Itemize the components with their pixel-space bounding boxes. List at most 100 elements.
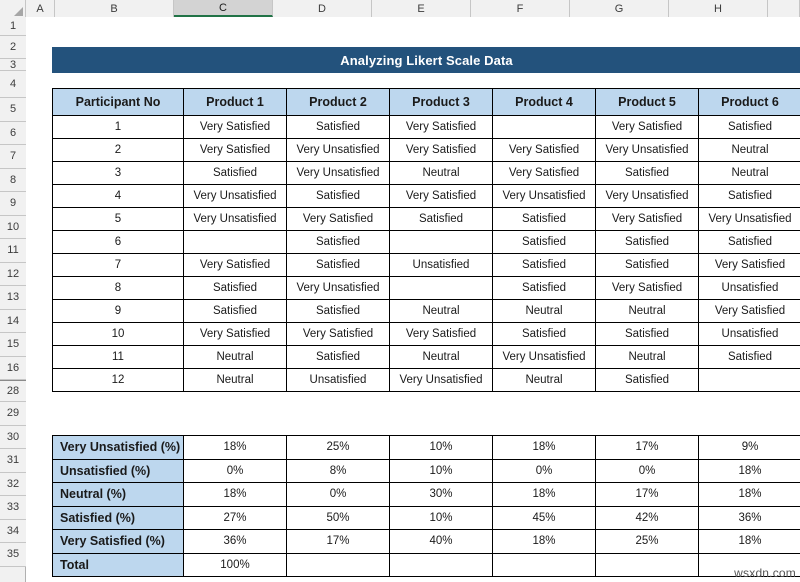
cell-participant[interactable]: 7 <box>52 253 184 277</box>
cell-response[interactable] <box>492 115 596 139</box>
cell-response[interactable]: Neutral <box>389 161 493 185</box>
cell-response[interactable]: Very Satisfied <box>595 207 699 231</box>
summary-label-very-satisfied[interactable]: Very Satisfied (%) <box>52 529 184 554</box>
summary-cell[interactable]: 9% <box>698 435 800 460</box>
row-header-10[interactable]: 10 <box>0 215 26 239</box>
cell-participant[interactable]: 1 <box>52 115 184 139</box>
summary-cell[interactable]: 36% <box>183 529 287 554</box>
cell-response[interactable]: Satisfied <box>286 230 390 254</box>
summary-label-unsatisfied[interactable]: Unsatisfied (%) <box>52 458 184 483</box>
summary-cell[interactable]: 36% <box>698 505 800 530</box>
summary-cell[interactable]: 25% <box>595 529 699 554</box>
cell-response[interactable]: Neutral <box>389 299 493 323</box>
row-header-8[interactable]: 8 <box>0 168 26 192</box>
row-header-14[interactable]: 14 <box>0 309 26 333</box>
summary-cell[interactable]: 30% <box>389 482 493 507</box>
cell-response[interactable]: Neutral <box>492 299 596 323</box>
cell-participant[interactable]: 4 <box>52 184 184 208</box>
row-header-11[interactable]: 11 <box>0 239 26 263</box>
summary-cell[interactable]: 40% <box>389 529 493 554</box>
row-header-30[interactable]: 30 <box>0 425 26 449</box>
cell-response[interactable]: Very Satisfied <box>389 115 493 139</box>
cell-response[interactable]: Very Satisfied <box>183 253 287 277</box>
summary-cell[interactable]: 0% <box>595 458 699 483</box>
column-header-g[interactable]: G <box>570 0 669 17</box>
cell-response[interactable]: Neutral <box>698 138 800 162</box>
cell-response[interactable]: Unsatisfied <box>389 253 493 277</box>
cell-response[interactable]: Very Unsatisfied <box>595 138 699 162</box>
cell-response[interactable]: Very Satisfied <box>595 115 699 139</box>
cell-response[interactable]: Satisfied <box>286 253 390 277</box>
column-header-i[interactable] <box>768 0 800 17</box>
summary-cell[interactable]: 17% <box>595 482 699 507</box>
summary-cell[interactable]: 18% <box>492 435 596 460</box>
summary-cell-total[interactable]: 100% <box>183 552 287 577</box>
row-header-34[interactable]: 34 <box>0 519 26 543</box>
summary-cell[interactable]: 18% <box>183 435 287 460</box>
cell-response[interactable]: Very Satisfied <box>183 115 287 139</box>
row-header-9[interactable]: 9 <box>0 192 26 216</box>
cell-response[interactable]: Neutral <box>595 345 699 369</box>
cell-response[interactable]: Satisfied <box>286 184 390 208</box>
cell-response[interactable]: Satisfied <box>183 161 287 185</box>
summary-cell[interactable] <box>389 552 493 577</box>
cell-response[interactable]: Very Satisfied <box>698 299 800 323</box>
cell-response[interactable]: Very Satisfied <box>286 322 390 346</box>
cell-response[interactable]: Very Unsatisfied <box>286 138 390 162</box>
cell-response[interactable]: Neutral <box>183 368 287 392</box>
summary-cell[interactable]: 25% <box>286 435 390 460</box>
cell-response[interactable]: Satisfied <box>595 322 699 346</box>
cell-response[interactable]: Very Unsatisfied <box>389 368 493 392</box>
summary-cell[interactable] <box>595 552 699 577</box>
cell-response[interactable]: Very Satisfied <box>698 253 800 277</box>
cell-response[interactable]: Unsatisfied <box>698 276 800 300</box>
row-header-16[interactable]: 16 <box>0 356 26 380</box>
cell-participant[interactable]: 10 <box>52 322 184 346</box>
cell-response[interactable] <box>183 230 287 254</box>
cell-response[interactable]: Neutral <box>595 299 699 323</box>
summary-cell[interactable]: 17% <box>286 529 390 554</box>
cell-response[interactable]: Very Satisfied <box>183 138 287 162</box>
cell-response[interactable]: Satisfied <box>183 276 287 300</box>
cell-response[interactable]: Very Satisfied <box>389 184 493 208</box>
cell-participant[interactable]: 12 <box>52 368 184 392</box>
summary-cell[interactable]: 18% <box>492 482 596 507</box>
cell-response[interactable]: Satisfied <box>492 322 596 346</box>
cell-response[interactable]: Very Satisfied <box>492 161 596 185</box>
cell-response[interactable]: Neutral <box>183 345 287 369</box>
cell-response[interactable]: Very Satisfied <box>389 322 493 346</box>
cell-response[interactable]: Very Satisfied <box>286 207 390 231</box>
row-header-35[interactable]: 35 <box>0 543 26 567</box>
cell-response[interactable]: Unsatisfied <box>286 368 390 392</box>
cell-response[interactable] <box>389 276 493 300</box>
cell-response[interactable]: Very Satisfied <box>389 138 493 162</box>
column-header-h[interactable]: H <box>669 0 768 17</box>
cell-response[interactable]: Satisfied <box>389 207 493 231</box>
summary-cell[interactable]: 18% <box>698 482 800 507</box>
cell-participant[interactable]: 5 <box>52 207 184 231</box>
select-all-corner[interactable] <box>0 0 26 17</box>
cell-response[interactable]: Satisfied <box>286 299 390 323</box>
cell-response[interactable] <box>698 368 800 392</box>
summary-cell[interactable]: 10% <box>389 458 493 483</box>
cell-response[interactable]: Very Unsatisfied <box>595 184 699 208</box>
cell-response[interactable]: Satisfied <box>492 230 596 254</box>
row-header-29[interactable]: 29 <box>0 402 26 426</box>
summary-label-total[interactable]: Total <box>52 552 184 577</box>
summary-cell[interactable]: 42% <box>595 505 699 530</box>
cell-participant[interactable]: 9 <box>52 299 184 323</box>
cell-response[interactable]: Very Unsatisfied <box>183 207 287 231</box>
summary-cell[interactable]: 10% <box>389 505 493 530</box>
cell-participant[interactable]: 3 <box>52 161 184 185</box>
cell-response[interactable]: Satisfied <box>492 207 596 231</box>
row-header-12[interactable]: 12 <box>0 262 26 286</box>
cell-response[interactable]: Very Satisfied <box>492 138 596 162</box>
row-header-5[interactable]: 5 <box>0 98 26 122</box>
cell-response[interactable]: Satisfied <box>492 276 596 300</box>
cell-response[interactable]: Very Unsatisfied <box>492 184 596 208</box>
cell-response[interactable]: Satisfied <box>698 230 800 254</box>
summary-cell[interactable]: 18% <box>492 529 596 554</box>
row-header-6[interactable]: 6 <box>0 121 26 145</box>
row-header-4[interactable]: 4 <box>0 71 26 98</box>
summary-cell[interactable]: 27% <box>183 505 287 530</box>
